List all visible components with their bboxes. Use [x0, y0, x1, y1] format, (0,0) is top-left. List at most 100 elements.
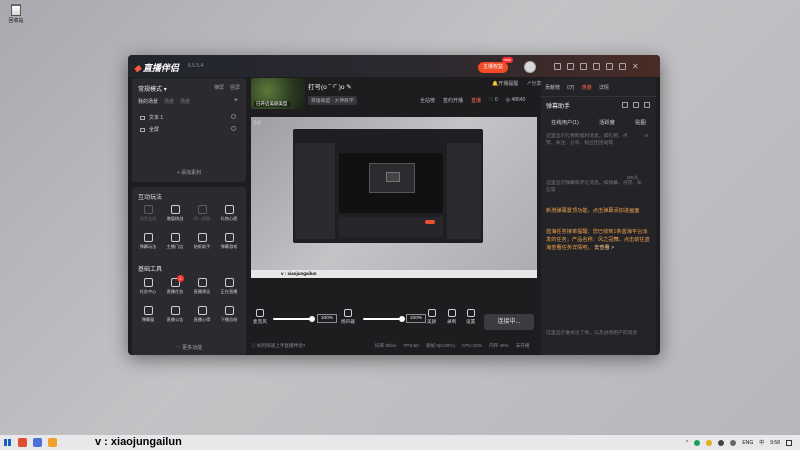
tool-challenge[interactable]: 增值挑战 — [163, 205, 187, 222]
tool-task-center[interactable]: 任务中心 — [136, 278, 160, 295]
volume-icon[interactable] — [730, 439, 737, 446]
headset-icon[interactable] — [567, 63, 574, 70]
refresh-icon[interactable] — [644, 102, 650, 108]
beauty-label: 美颜 — [427, 319, 437, 324]
share-label: 分享 — [531, 81, 542, 87]
landscape-link[interactable]: 横屏 — [214, 84, 224, 91]
quick-start-tip[interactable]: ⓘ 如何快速上手直播伴侣? — [251, 343, 305, 349]
add-scene-icon[interactable]: + — [234, 97, 238, 104]
add-source-button[interactable]: + 添加素材 — [132, 169, 246, 176]
message-icon[interactable] — [554, 63, 561, 70]
speaker-button[interactable]: 扬声器 — [341, 309, 355, 325]
game-taskbar-icon[interactable] — [48, 438, 57, 447]
minimize-icon[interactable] — [606, 63, 613, 70]
download-icon — [143, 233, 153, 242]
tab-heat[interactable]: 热度 — [582, 84, 592, 91]
tool-store[interactable]: 主播门店 — [163, 233, 187, 250]
tool-voice-link[interactable]: 语音连线 — [136, 205, 160, 222]
edit-icon[interactable]: ✎ — [346, 84, 351, 91]
microphone-button[interactable]: 麦克风 — [253, 309, 267, 325]
site-rank-link[interactable]: 全站榜 — [420, 97, 435, 104]
tool-danmaku-game[interactable]: 弹幕游戏 — [217, 233, 241, 250]
settings-icon[interactable] — [633, 102, 639, 108]
tool-label: 主播门店 — [166, 244, 184, 249]
tool-label: 贴纸助手 — [193, 244, 211, 249]
wechat-tray-icon[interactable] — [694, 439, 701, 446]
tool-preview[interactable]: 直播预告 — [190, 278, 214, 295]
recycle-bin-icon[interactable]: 回收站 — [4, 4, 28, 24]
ime-indicator[interactable]: 中 — [759, 439, 764, 446]
clock[interactable]: 9:58 — [770, 440, 780, 446]
tool-now-live[interactable]: 正在直播 — [217, 278, 241, 295]
share-link[interactable]: ↗分享 — [526, 80, 541, 87]
music-icon — [197, 205, 207, 214]
tool-live-task[interactable]: 1 直播任务 — [163, 275, 187, 295]
room-actions: 全站榜 签约开播 直播 ♡ 0 ◎ 48640 — [420, 97, 525, 104]
room-title[interactable]: 打号(o ˘ ³˘ )o ✎ — [308, 81, 352, 91]
preview-taskbar: v : xiaojungailun — [251, 270, 537, 278]
avatar[interactable] — [524, 61, 536, 73]
record-button[interactable]: 录制 — [447, 309, 456, 325]
app-taskbar-icon[interactable] — [33, 438, 42, 447]
speaker-volume-slider[interactable] — [363, 316, 405, 322]
more-functions-button[interactable]: ⋯ 更多功能 — [132, 344, 246, 351]
tool-announcement[interactable]: 直播公告 — [163, 306, 187, 323]
portrait-link[interactable]: 竖屏 — [230, 84, 240, 91]
tool-danmaku-play[interactable]: 弹幕玩法 — [136, 233, 160, 250]
tab-details[interactable]: 详情 — [599, 84, 609, 91]
network-icon[interactable] — [718, 439, 725, 446]
menu-icon[interactable] — [593, 63, 600, 70]
tool-summary[interactable]: 下播总结 — [217, 306, 241, 323]
chevron-up-icon[interactable]: ^ — [686, 440, 688, 446]
tool-gift-wish[interactable]: 礼物心愿 — [217, 205, 241, 222]
close-icon[interactable]: ✕ — [632, 63, 639, 71]
tab-activity[interactable]: 活跃度 — [599, 118, 615, 126]
tab-my-scenes[interactable]: 我的场景 — [138, 98, 158, 105]
tool-same-song[interactable]: 同一首歌 — [190, 205, 214, 222]
room-cover[interactable]: 已开启美颜美型 — [251, 78, 305, 109]
visibility-icon[interactable] — [231, 126, 236, 131]
live-tag[interactable]: 直播 — [471, 97, 481, 104]
settings-icon[interactable] — [580, 63, 587, 70]
tool-label: 直播预告 — [193, 289, 211, 294]
source-item-text[interactable]: 文本 1 — [140, 114, 163, 121]
maximize-icon[interactable] — [619, 63, 626, 70]
live-companion-taskbar-icon[interactable] — [18, 438, 27, 447]
tool-sticker[interactable]: 贴纸助手 — [190, 233, 214, 250]
language-indicator[interactable]: ENG — [742, 440, 753, 446]
tool-label: 礼物心愿 — [220, 216, 238, 221]
popout-icon[interactable] — [622, 102, 628, 108]
tray-app-icon[interactable] — [706, 439, 713, 446]
tool-danmaku-window[interactable]: 弹幕窗 — [136, 306, 160, 323]
beauty-button[interactable]: 美颜 — [427, 309, 436, 325]
category-tag[interactable]: 英雄联盟 · 大神教学 — [308, 96, 357, 105]
slider-knob[interactable] — [309, 316, 315, 322]
notification-icon[interactable] — [786, 439, 792, 446]
mode-selector[interactable]: 常规模式 ▾ — [138, 84, 167, 93]
app-logo-text: 直播伴侣 — [142, 63, 179, 73]
tab-online-users[interactable]: 在线用户(1) — [551, 118, 579, 126]
view-task-link[interactable]: 去查看 > — [594, 245, 614, 251]
tool-insights[interactable]: 直播心得 — [190, 306, 214, 323]
source-item-fullscreen[interactable]: 全屏 — [140, 126, 159, 133]
windows-start-icon[interactable] — [4, 439, 11, 446]
contract-live-link[interactable]: 签约开播 — [443, 97, 463, 104]
slider-knob[interactable] — [399, 316, 405, 322]
tab-wan[interactable]: 0万 — [567, 84, 575, 91]
preview-right-panel — [447, 143, 481, 239]
tab-scene-1[interactable]: 场景 — [164, 98, 174, 105]
orientation-links: 横屏 竖屏 — [214, 84, 240, 91]
microphone-volume-slider[interactable] — [273, 316, 315, 322]
tab-scene-2[interactable]: 场景 — [180, 98, 190, 105]
visibility-icon[interactable] — [231, 114, 236, 119]
microphone-volume-value[interactable]: 100% — [317, 314, 337, 323]
fullscreen-source-icon — [140, 127, 145, 132]
tab-contribution[interactable]: 贡献榜 — [545, 84, 560, 91]
streamer-benefits-button[interactable]: 主播权益 new — [478, 57, 514, 73]
start-live-button[interactable]: 连接中... — [484, 314, 534, 330]
tab-stickers[interactable]: 贴图 — [635, 118, 646, 126]
speaker-volume-value[interactable]: 100% — [406, 314, 426, 323]
stream-preview[interactable]: 直播 v : xiaojungailun — [251, 117, 537, 278]
live-reminder-link[interactable]: 🔔开播提醒 — [492, 80, 518, 87]
settings-button[interactable]: 设置 — [466, 309, 475, 325]
